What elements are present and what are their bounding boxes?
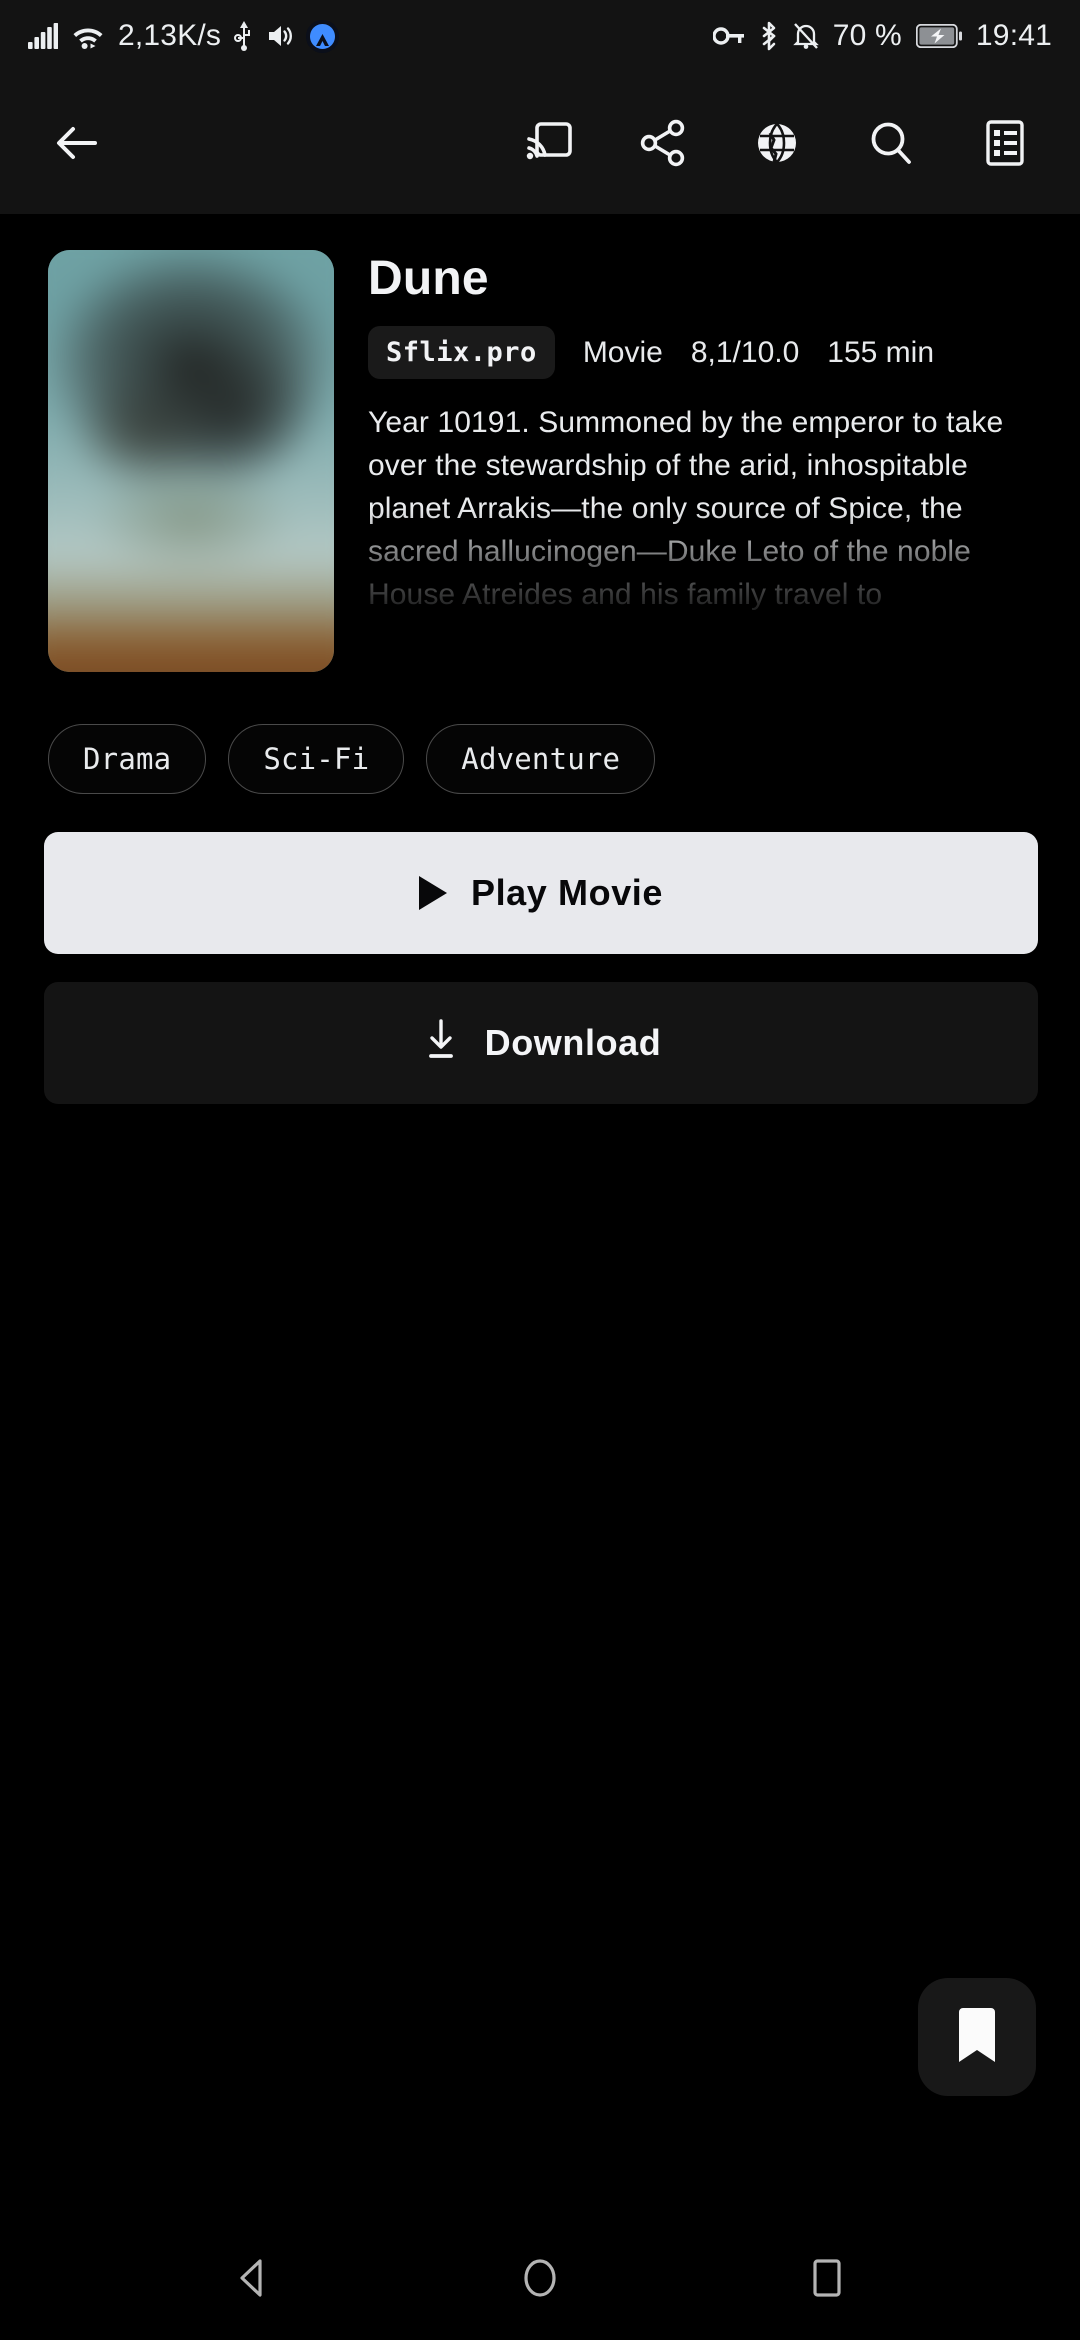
description-container[interactable]: Year 10191. Summoned by the emperor to t… — [368, 401, 1040, 630]
primary-actions: Play Movie Download — [0, 794, 1080, 1104]
play-movie-button[interactable]: Play Movie — [44, 832, 1038, 954]
nordvpn-icon — [306, 19, 340, 53]
status-bar-left: 2,13K/s — [28, 19, 340, 53]
poster-image — [48, 250, 334, 672]
battery-percent-label: 70 % — [832, 19, 902, 52]
share-icon[interactable] — [630, 110, 696, 176]
status-bar: 2,13K/s 70 % 19:41 — [0, 0, 1080, 72]
globe-icon[interactable] — [744, 110, 810, 176]
play-movie-label: Play Movie — [470, 872, 664, 913]
back-arrow-icon[interactable] — [44, 110, 110, 176]
nav-recents-square-icon[interactable] — [772, 2223, 882, 2333]
nav-home-circle-icon[interactable] — [485, 2223, 595, 2333]
genre-chip[interactable]: Adventure — [426, 724, 656, 794]
content-type-label: Movie — [582, 335, 663, 369]
genre-chip[interactable]: Sci-Fi — [228, 724, 405, 794]
page-title: Dune — [368, 252, 489, 305]
genre-chips: Drama Sci-Fi Adventure — [0, 672, 1080, 794]
signal-bars-icon — [28, 23, 58, 49]
app-bar-actions — [516, 110, 1038, 176]
volume-icon — [267, 24, 293, 48]
bluetooth-icon — [759, 21, 779, 51]
content-area: Dune Sflix.pro Movie 8,1/10.0 155 min Ye… — [0, 214, 1080, 2216]
play-triangle-icon — [418, 876, 447, 910]
app-bar — [0, 72, 1080, 214]
phone-screen: 2,13K/s 70 % 19:41 Dune Sflix.pro Movie … — [0, 0, 1080, 2340]
download-label: Download — [484, 1022, 662, 1063]
cast-icon[interactable] — [516, 110, 582, 176]
clock-label: 19:41 — [975, 19, 1052, 52]
battery-charging-icon — [915, 24, 962, 48]
duration-label: 155 min — [827, 335, 935, 369]
download-arrow-icon — [421, 1017, 461, 1070]
list-icon[interactable] — [972, 110, 1038, 176]
wifi-icon — [71, 23, 105, 49]
search-icon[interactable] — [858, 110, 924, 176]
poster-thumbnail[interactable] — [48, 250, 334, 672]
bookmark-icon — [953, 2006, 1001, 2069]
download-button[interactable]: Download — [44, 982, 1038, 1104]
vpn-key-icon — [712, 25, 745, 47]
usb-icon — [234, 21, 254, 51]
hero-section: Dune Sflix.pro Movie 8,1/10.0 155 min Ye… — [0, 214, 1080, 672]
network-speed-label: 2,13K/s — [118, 19, 222, 52]
meta-row: Sflix.pro Movie 8,1/10.0 155 min — [368, 326, 1040, 380]
detail-meta: Dune Sflix.pro Movie 8,1/10.0 155 min Ye… — [368, 250, 1040, 672]
android-nav-bar — [0, 2216, 1080, 2340]
genre-chip[interactable]: Drama — [48, 724, 207, 794]
nav-back-triangle-icon[interactable] — [198, 2223, 308, 2333]
bookmark-fab[interactable] — [918, 1978, 1036, 2096]
notifications-muted-icon — [792, 22, 819, 50]
rating-label: 8,1/10.0 — [690, 335, 800, 369]
description-text: Year 10191. Summoned by the emperor to t… — [368, 406, 1004, 612]
source-badge: Sflix.pro — [368, 326, 555, 380]
status-bar-right: 70 % 19:41 — [712, 19, 1052, 53]
